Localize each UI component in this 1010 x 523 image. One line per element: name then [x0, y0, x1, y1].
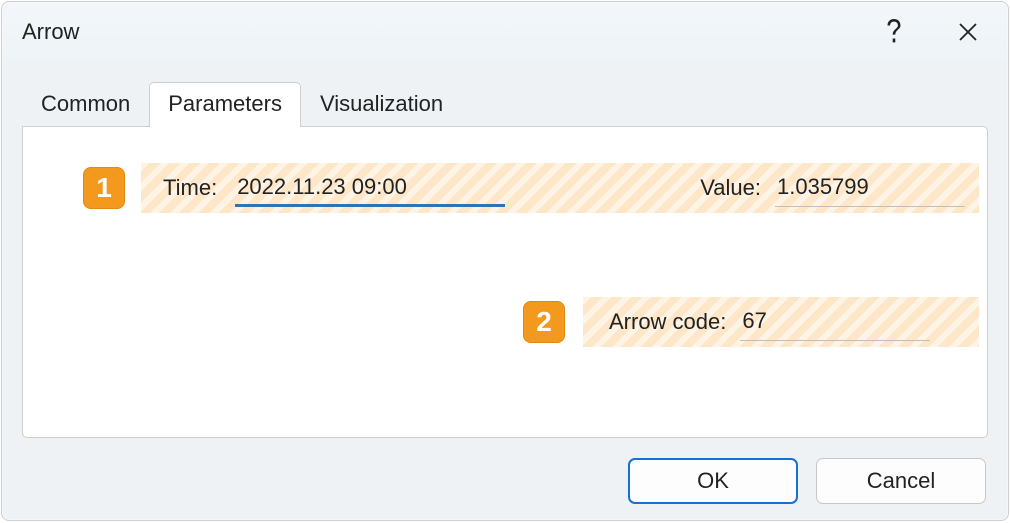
time-label: Time:	[163, 175, 217, 201]
arrow-code-label: Arrow code:	[609, 309, 726, 335]
ok-button[interactable]: OK	[628, 458, 798, 504]
cancel-button[interactable]: Cancel	[816, 458, 986, 504]
tab-visualization[interactable]: Visualization	[301, 82, 462, 127]
time-field[interactable]	[235, 170, 505, 207]
arrow-code-field[interactable]	[740, 304, 930, 341]
tab-strip: Common Parameters Visualization	[22, 84, 462, 126]
question-icon	[885, 19, 903, 45]
title-bar: Arrow	[2, 2, 1008, 62]
help-button[interactable]	[872, 12, 916, 52]
annotation-badge-1: 1	[83, 167, 125, 209]
anchor-point-row: Time: Value:	[141, 163, 979, 213]
arrow-dialog: Arrow Common Parameters Visualization 1 …	[1, 1, 1009, 521]
dialog-footer: OK Cancel	[2, 442, 1008, 520]
close-button[interactable]	[946, 12, 990, 52]
close-icon	[957, 21, 979, 43]
dialog-title: Arrow	[22, 19, 842, 45]
annotation-badge-2: 2	[523, 301, 565, 343]
value-label: Value:	[700, 175, 761, 201]
value-field[interactable]	[775, 170, 965, 207]
tab-common[interactable]: Common	[22, 82, 149, 127]
tab-page-parameters: 1 Time: Value: 2 Arrow code:	[22, 126, 988, 438]
arrow-code-row: Arrow code:	[583, 297, 979, 347]
tab-parameters[interactable]: Parameters	[149, 82, 301, 127]
